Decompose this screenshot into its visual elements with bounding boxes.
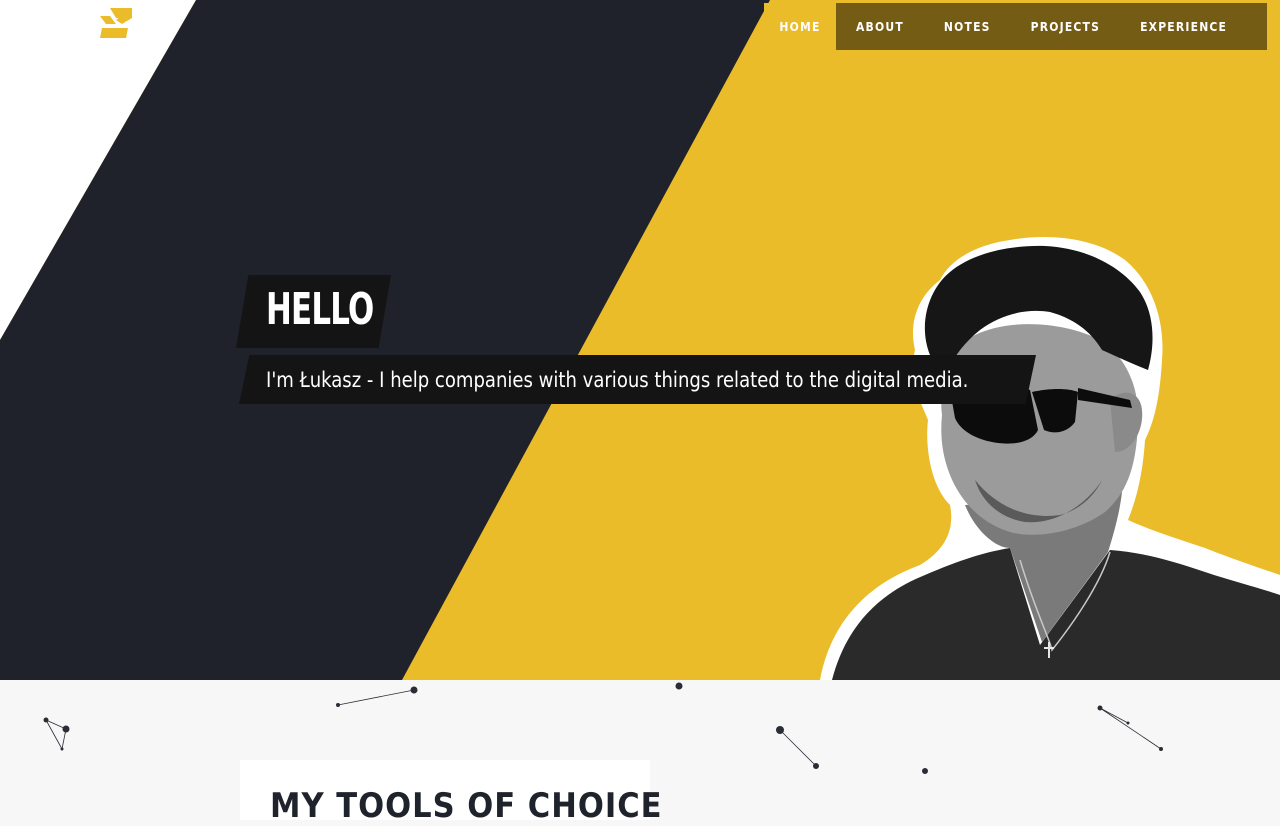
portrait-image	[820, 237, 1280, 680]
nav-item-notes[interactable]: NOTES	[924, 3, 1011, 50]
nav-item-home[interactable]: HOME	[764, 3, 836, 50]
nav-items-group: ABOUT NOTES PROJECTS EXPERIENCE	[836, 3, 1268, 50]
hero-greeting: HELLO	[266, 284, 374, 335]
tools-title: MY TOOLS OF CHOICE	[270, 786, 663, 826]
nav-item-experience[interactable]: EXPERIENCE	[1120, 3, 1247, 50]
hero-tagline: I'm Łukasz - I help companies with vario…	[266, 368, 969, 392]
tools-card: MY TOOLS OF CHOICE	[240, 760, 662, 826]
nav-item-projects[interactable]: PROJECTS	[1011, 3, 1120, 50]
nav-item-about[interactable]: ABOUT	[836, 3, 924, 50]
main-nav: HOME ABOUT NOTES PROJECTS EXPERIENCE	[764, 3, 1268, 50]
hero-section: HOME ABOUT NOTES PROJECTS EXPERIENCE HEL…	[0, 0, 1280, 680]
logo-icon[interactable]	[98, 6, 136, 40]
